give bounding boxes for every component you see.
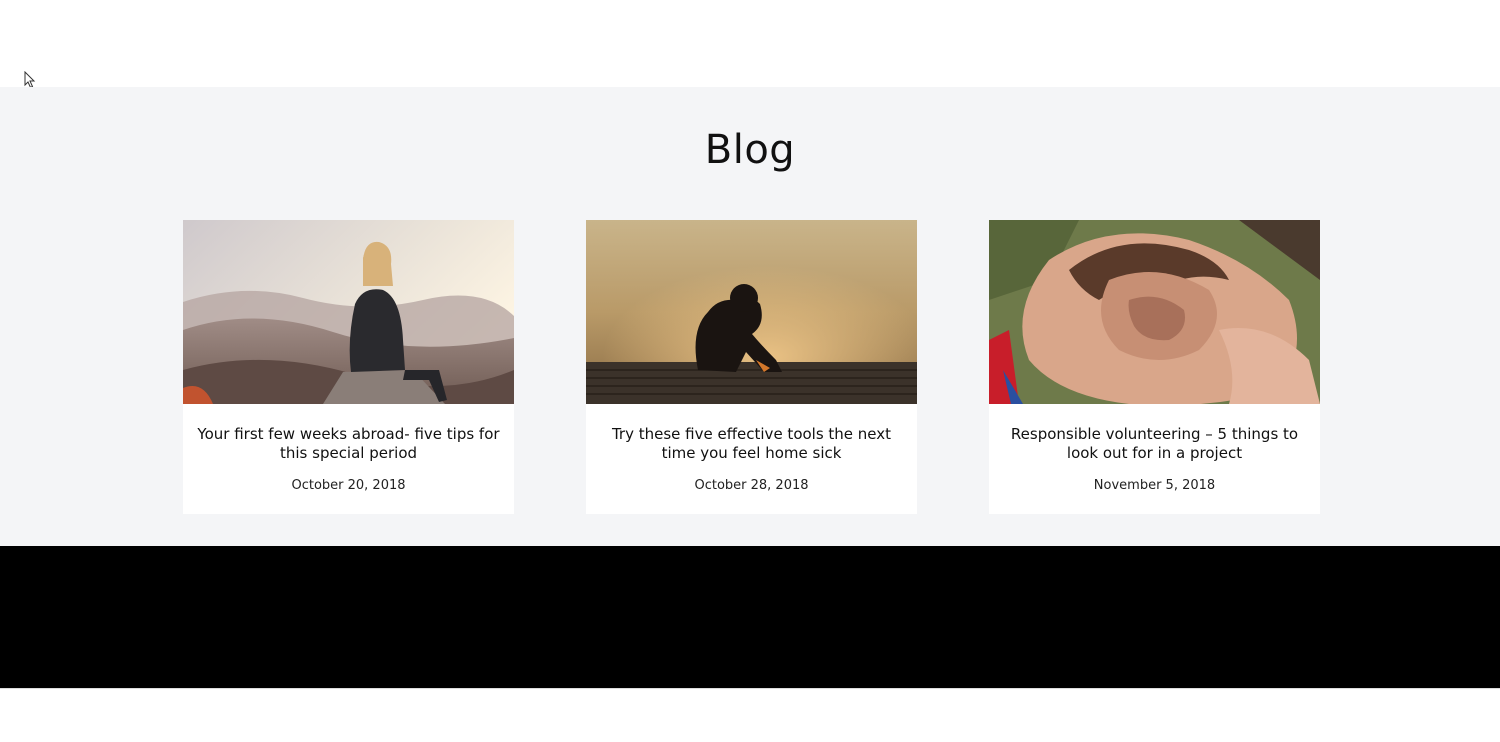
blog-heading: Blog [704,127,796,173]
blog-card[interactable]: Your first few weeks abroad- five tips f… [183,220,514,514]
blog-section: Blog Your first few weeks abroad- five t… [0,87,1500,546]
blog-card-date: November 5, 2018 [1093,478,1216,493]
blog-card[interactable]: Responsible volunteering – 5 things to l… [989,220,1320,514]
blog-card-title[interactable]: Your first few weeks abroad- five tips f… [193,425,504,463]
blog-card-image[interactable] [183,220,514,404]
top-white-area [0,0,1500,87]
bottom-white-area [0,688,1500,742]
sad-person-on-dock-image [586,220,917,404]
blog-card-image[interactable] [989,220,1320,404]
blog-card-date: October 20, 2018 [291,478,406,493]
blog-card-image[interactable] [586,220,917,404]
joined-hands-image [989,220,1320,404]
blog-card[interactable]: Try these five effective tools the next … [586,220,917,514]
footer-bar [0,546,1500,688]
blog-card-date: October 28, 2018 [694,478,809,493]
blog-card-title[interactable]: Try these five effective tools the next … [596,425,907,463]
woman-on-mountain-image [183,220,514,404]
blog-card-title[interactable]: Responsible volunteering – 5 things to l… [999,425,1310,463]
